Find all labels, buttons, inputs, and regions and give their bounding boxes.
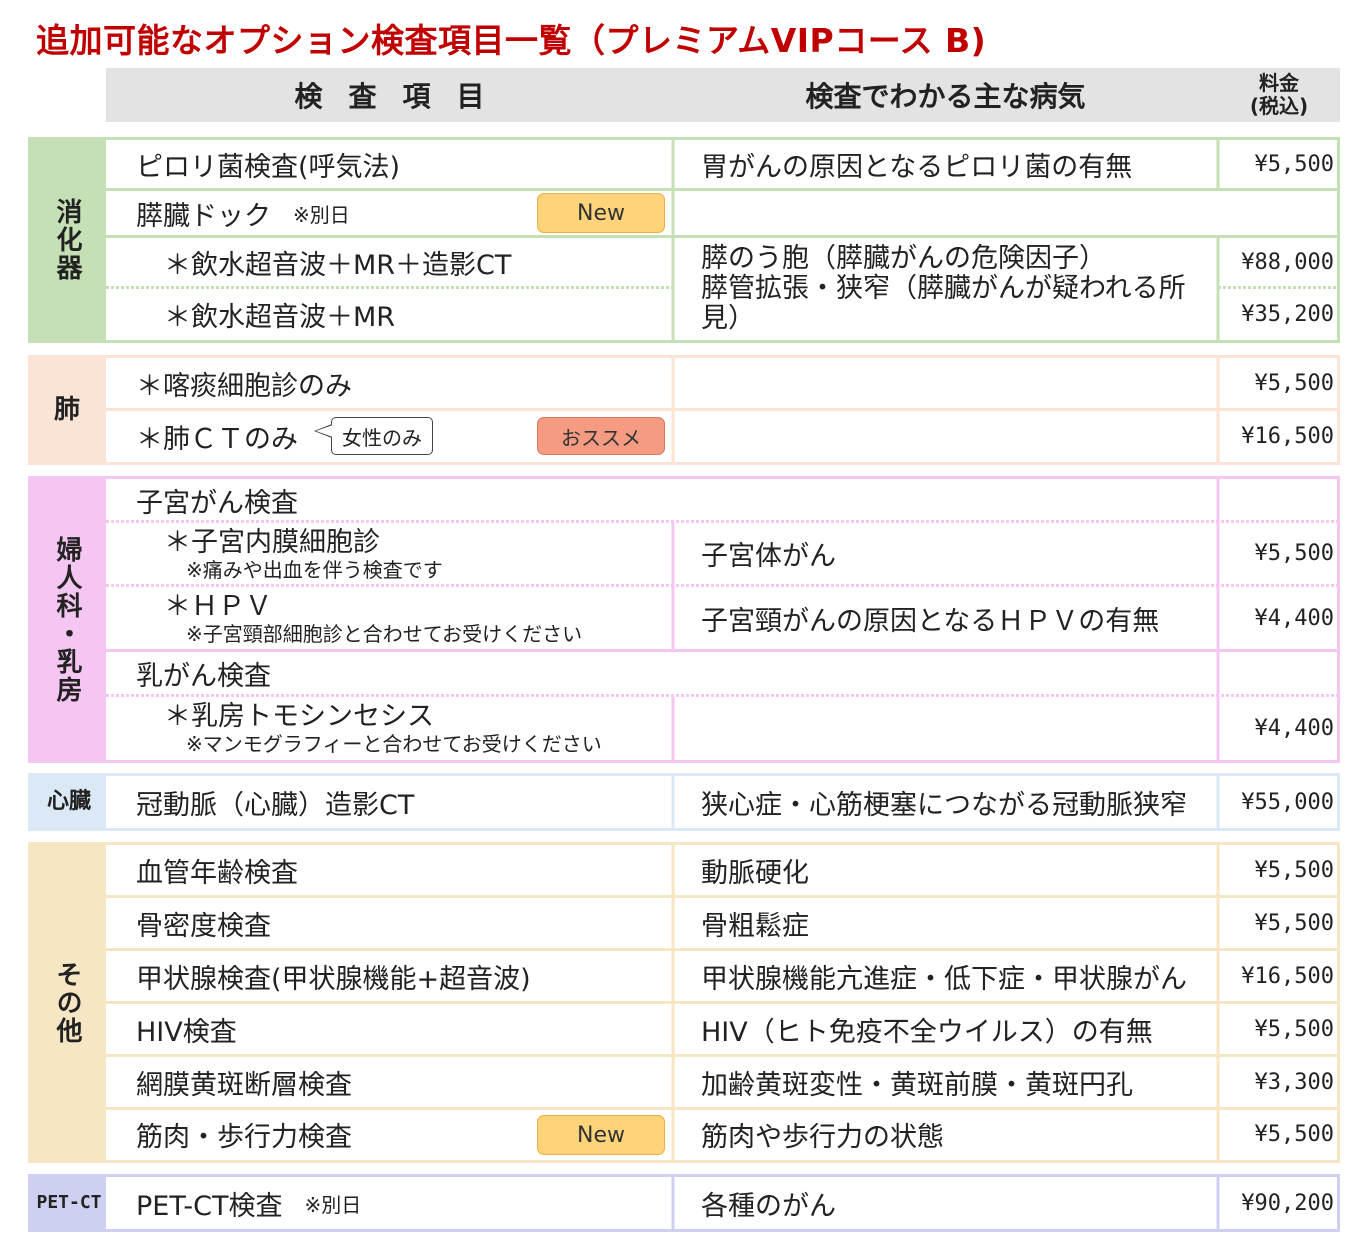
header-fee: 料金 (税込) [1218, 68, 1340, 122]
table-row-fee: ¥55,000 [1241, 789, 1334, 815]
item-note: ※マンモグラフィーと合わせてお受けください [186, 732, 602, 756]
page-title: 追加可能なオプション検査項目一覧（プレミアムVIPコース B) [36, 21, 987, 60]
table-row-item: ＊ＨＰＶ ※子宮頸部細胞診と合わせてお受けください [106, 586, 673, 650]
table-row-item: ピロリ菌検査(呼気法) [136, 152, 401, 183]
table-row-disease: 加齢黄斑変性・黄斑前膜・黄斑円孔 [701, 1069, 1133, 1101]
table-row-fee: ¥4,400 [1254, 605, 1334, 631]
table-row-item: HIV検査 [136, 1016, 237, 1048]
table-row-item: ＊飲水超音波＋MR＋造影CT [164, 249, 512, 281]
table-row-disease: 動脈硬化 [701, 858, 809, 889]
disease-line: 膵管拡張・狭窄（膵臓がんが疑われる所 [701, 272, 1186, 304]
merged-disease: 膵のう胞（膵臓がんの危険因子） 膵管拡張・狭窄（膵臓がんが疑われる所 見） [673, 237, 1218, 340]
table-row-fee: ¥5,500 [1254, 1122, 1334, 1147]
table-row-item: 甲状腺検査(甲状腺機能+超音波) [136, 963, 531, 995]
table-row-fee: ¥3,300 [1254, 1069, 1334, 1095]
table-row-fee: ¥16,500 [1241, 423, 1334, 449]
disease-line: 見） [701, 302, 755, 334]
item-note: ※子宮頸部細胞診と合わせてお受けください [186, 622, 583, 646]
item-label: 膵臓ドック [136, 200, 271, 232]
table-row-item: 骨密度検査 [136, 910, 271, 942]
new-badge: New [537, 1115, 665, 1155]
section-label-petct: PET-CT [36, 1192, 102, 1213]
table-row-item: ＊子宮内膜細胞診 ※痛みや出血を伴う検査です [106, 522, 673, 585]
section-label-lung: 肺 [53, 395, 80, 425]
header-fee-tax: (税込) [1249, 94, 1309, 118]
table-row-fee: ¥16,500 [1241, 963, 1334, 989]
header-item: 検査項目 [106, 68, 673, 122]
header-fee-label: 料金 [1259, 71, 1299, 95]
table-row-fee: ¥5,500 [1254, 910, 1334, 936]
new-badge: New [537, 193, 665, 233]
section-label-other: その他 [52, 960, 82, 1045]
table-row-item: 血管年齢検査 [136, 858, 298, 889]
table-row-disease: HIV（ヒト免疫不全ウイルス）の有無 [701, 1016, 1153, 1048]
table-row-item: 冠動脈（心臓）造影CT [136, 789, 415, 821]
table-row-fee: ¥5,500 [1254, 858, 1334, 883]
table-row-item: PET-CT検査 ※別日 [106, 1177, 673, 1229]
table-row-disease: 筋肉や歩行力の状態 [701, 1122, 944, 1153]
table-row-fee: ¥4,400 [1254, 715, 1334, 741]
section-label-gyne: 婦人科・乳房 [52, 535, 82, 704]
item-note: ※痛みや出血を伴う検査です [186, 557, 443, 582]
item-label: ＊乳房トモシンセシス [164, 701, 434, 732]
item-note: ※別日 [293, 202, 350, 227]
table-row-disease: 子宮体がん [701, 541, 836, 572]
section-label-digestive: 消化器 [52, 198, 82, 282]
recommend-badge: おススメ [537, 417, 665, 455]
women-only-callout: 女性のみ [314, 417, 433, 455]
table-row-item: 子宮がん検査 [136, 487, 298, 519]
table-row-fee: ¥5,500 [1254, 541, 1334, 566]
item-label: ＊ＨＰＶ [164, 591, 272, 622]
disease-line: 膵のう胞（膵臓がんの危険因子） [701, 242, 1106, 274]
table-row-disease: 子宮頸がんの原因となるＨＰＶの有無 [701, 605, 1160, 637]
item-note: ※別日 [304, 1192, 362, 1217]
table-row-fee: ¥5,500 [1254, 1016, 1334, 1042]
table-row-item: 乳がん検査 [136, 660, 271, 692]
table-row-disease: 骨粗鬆症 [701, 910, 809, 942]
table-row-fee: ¥88,000 [1241, 249, 1334, 275]
table-row-fee: ¥90,200 [1241, 1190, 1334, 1216]
table-row-item: ＊乳房トモシンセシス ※マンモグラフィーと合わせてお受けください [106, 696, 673, 760]
table-row-item: 網膜黄斑断層検査 [136, 1069, 352, 1101]
table-row-disease: 甲状腺機能亢進症・低下症・甲状腺がん [701, 963, 1187, 995]
table-row-disease: 各種のがん [701, 1190, 836, 1222]
table-row-item: ＊喀痰細胞診のみ [136, 371, 352, 402]
item-label: PET-CT検査 [136, 1190, 283, 1222]
table-row-fee: ¥5,500 [1254, 371, 1334, 396]
table-row-disease: 胃がんの原因となるピロリ菌の有無 [701, 152, 1133, 183]
table-row-item: ＊飲水超音波＋MR [164, 301, 396, 333]
table-row-fee: ¥35,200 [1241, 301, 1334, 327]
header-disease: 検査でわかる主な病気 [673, 68, 1218, 122]
item-label: ＊子宮内膜細胞診 [164, 526, 380, 558]
table-row-fee: ¥5,500 [1254, 152, 1334, 177]
section-label-heart: 心臓 [46, 789, 91, 814]
table-row-disease: 狭心症・心筋梗塞につながる冠動脈狭窄 [701, 789, 1187, 821]
